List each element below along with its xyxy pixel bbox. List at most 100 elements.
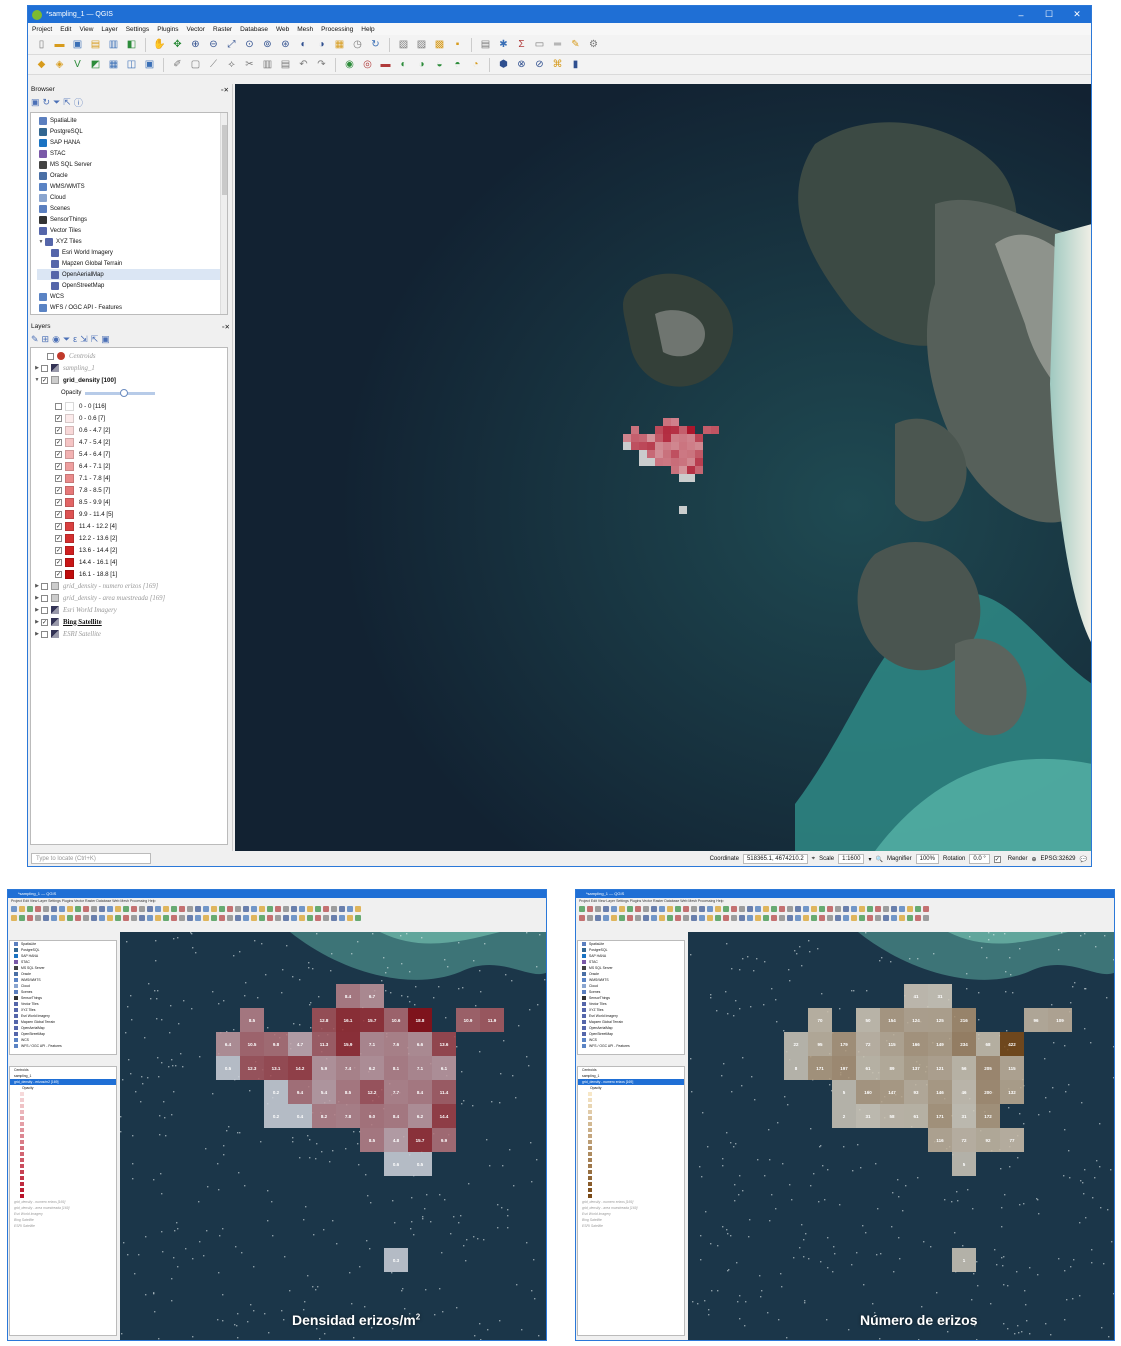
label-tool-icon[interactable]: ◉	[342, 57, 357, 72]
python-console-icon[interactable]: ⌘	[550, 57, 565, 72]
zoom-next-icon[interactable]: ◑	[314, 37, 329, 52]
opacity-slider-handle[interactable]	[120, 388, 129, 397]
menu-view[interactable]: View	[79, 26, 93, 33]
browser-item[interactable]: WCS	[37, 291, 227, 302]
legend-class-item[interactable]: ✓ 5.4 - 6.4 [7]	[31, 448, 227, 460]
browser-item[interactable]: OpenStreetMap	[37, 280, 227, 291]
legend-class-item[interactable]: ✓ 9.9 - 11.4 [5]	[31, 508, 227, 520]
data-source-manager-icon[interactable]: ◆	[34, 57, 49, 72]
layer-visibility-checkbox[interactable]	[41, 594, 48, 602]
browser-item[interactable]: Cloud	[37, 192, 227, 203]
layer-visibility-checkbox[interactable]	[47, 352, 54, 360]
legend-class-checkbox[interactable]: ✓	[55, 498, 62, 506]
menu-project[interactable]: Project	[32, 26, 52, 33]
measure-icon[interactable]: ▭	[532, 37, 547, 52]
legend-class-item[interactable]: ✓ 12.2 - 13.6 [2]	[31, 532, 227, 544]
legend-class-checkbox[interactable]: ✓	[55, 450, 62, 458]
collapse-all-icon[interactable]: ⇱	[63, 97, 71, 108]
layer-visibility-checkbox[interactable]: ✓	[41, 376, 48, 384]
layer-visibility-checkbox[interactable]: ✓	[41, 618, 48, 626]
collapse-arrow-icon[interactable]: ▼	[37, 239, 45, 245]
browser-item[interactable]: Mapzen Global Terrain	[37, 258, 227, 269]
undo-icon[interactable]: ↶	[296, 57, 311, 72]
menu-edit[interactable]: Edit	[60, 26, 71, 33]
plugin-tool-icon[interactable]: ⬢	[496, 57, 511, 72]
legend-class-checkbox[interactable]: ✓	[55, 558, 62, 566]
layer-visibility-checkbox[interactable]	[41, 582, 48, 590]
zoom-last-icon[interactable]: ◐	[296, 37, 311, 52]
menu-web[interactable]: Web	[276, 26, 289, 33]
menu-database[interactable]: Database	[240, 26, 268, 33]
filter-legend-icon[interactable]: ⏷	[63, 334, 70, 345]
expand-arrow-icon[interactable]: ▶	[33, 583, 41, 589]
zoom-out-icon[interactable]: ⊖	[206, 37, 221, 52]
close-button[interactable]: ✕	[1063, 9, 1091, 20]
pan-to-selection-icon[interactable]: ✥	[170, 37, 185, 52]
legend-class-item[interactable]: ✓ 13.6 - 14.4 [2]	[31, 544, 227, 556]
extents-toggle-icon[interactable]: ⌖	[812, 856, 815, 863]
legend-class-checkbox[interactable]: ✓	[55, 510, 62, 518]
label-rotate-icon[interactable]: ◑	[414, 57, 429, 72]
menu-settings[interactable]: Settings	[126, 26, 150, 33]
layer-item[interactable]: ▶ grid_density - area muestreada [169]	[31, 592, 227, 604]
zoom-native-icon[interactable]: ⊛	[278, 37, 293, 52]
manage-map-themes-icon[interactable]: ◉	[52, 334, 60, 345]
layout-manager-icon[interactable]: ▥	[106, 37, 121, 52]
legend-class-checkbox[interactable]: ✓	[55, 570, 62, 578]
digitize-icon[interactable]: ⟋	[206, 57, 221, 72]
zoom-full-icon[interactable]: ⤢	[224, 37, 239, 52]
label-diagram-icon[interactable]: ◔	[468, 57, 483, 72]
browser-item[interactable]: WFS / OGC API - Features	[37, 302, 227, 313]
browser-scrollbar[interactable]	[220, 113, 227, 314]
refresh-icon[interactable]: ↻	[368, 37, 383, 52]
statistics-icon[interactable]: Σ	[514, 37, 529, 52]
legend-class-item[interactable]: ✓ 14.4 - 16.1 [4]	[31, 556, 227, 568]
menu-processing[interactable]: Processing	[321, 26, 353, 33]
legend-class-item[interactable]: ✓ 7.8 - 8.5 [7]	[31, 484, 227, 496]
plugin-zoom-icon[interactable]: ⊘	[532, 57, 547, 72]
expand-all-icon[interactable]: ⇲	[80, 334, 88, 345]
map-tips-icon[interactable]: ═	[550, 37, 565, 52]
layer-style-icon[interactable]: ✎	[31, 334, 39, 345]
browser-item[interactable]: Esri World Imagery	[37, 247, 227, 258]
toggle-editing-icon[interactable]: ✐	[170, 57, 185, 72]
legend-class-item[interactable]: ✓ 16.1 - 18.8 [1]	[31, 568, 227, 580]
annotation-icon[interactable]: ✎	[568, 37, 583, 52]
legend-class-item[interactable]: ✓ 11.4 - 12.2 [4]	[31, 520, 227, 532]
plugin-search-icon[interactable]: ⊗	[514, 57, 529, 72]
browser-item[interactable]: SpatiaLite	[37, 115, 227, 126]
add-raster-icon[interactable]: ◩	[88, 57, 103, 72]
delete-selected-icon[interactable]: ✂	[242, 57, 257, 72]
refresh-icon[interactable]: ↻	[43, 97, 51, 108]
legend-class-checkbox[interactable]: ✓	[55, 414, 62, 422]
layer-item[interactable]: ▶ Esri World Imagery	[31, 604, 227, 616]
expand-arrow-icon[interactable]: ▼	[33, 377, 41, 383]
opacity-slider[interactable]	[85, 388, 156, 397]
redo-icon[interactable]: ↷	[314, 57, 329, 72]
layers-tree[interactable]: Centroids ▶ sampling_1 ▼ ✓ grid_density [100]…	[30, 347, 228, 845]
scrollbar-thumb[interactable]	[222, 125, 227, 195]
browser-item[interactable]: Vector Tiles	[37, 225, 227, 236]
identify-icon[interactable]: ▧	[396, 37, 411, 52]
browser-tree[interactable]: SpatiaLite PostgreSQL SAP HANA STAC MS SQL S…	[30, 112, 228, 315]
coordinate-field[interactable]: 518365.1, 4674210.2	[742, 854, 808, 864]
menu-mesh[interactable]: Mesh	[297, 26, 313, 33]
legend-class-item[interactable]: 0 - 0 [116]	[31, 400, 227, 412]
deselect-icon[interactable]: ▪	[450, 37, 465, 52]
layer-item[interactable]: ▼ ✓ grid_density [100]	[31, 374, 227, 386]
browser-item[interactable]: MS SQL Server	[37, 159, 227, 170]
label-highlight-icon[interactable]: ▬	[378, 57, 393, 72]
browser-item[interactable]: Scenes	[37, 203, 227, 214]
legend-class-checkbox[interactable]: ✓	[55, 474, 62, 482]
open-project-icon[interactable]: ▬	[52, 37, 67, 52]
legend-class-item[interactable]: ✓ 7.1 - 7.8 [4]	[31, 472, 227, 484]
legend-class-item[interactable]: ✓ 0 - 0.6 [7]	[31, 412, 227, 424]
locator-search-input[interactable]: Type to locate (Ctrl+K)	[31, 853, 151, 864]
expand-arrow-icon[interactable]: ▶	[33, 631, 41, 637]
properties-icon[interactable]: ⓘ	[74, 96, 83, 109]
legend-class-checkbox[interactable]: ✓	[55, 438, 62, 446]
menu-help[interactable]: Help	[361, 26, 374, 33]
new-layer-icon[interactable]: ◈	[52, 57, 67, 72]
temporal-controller-icon[interactable]: ◷	[350, 37, 365, 52]
magnifier-spinbox[interactable]: 100%	[915, 854, 939, 864]
